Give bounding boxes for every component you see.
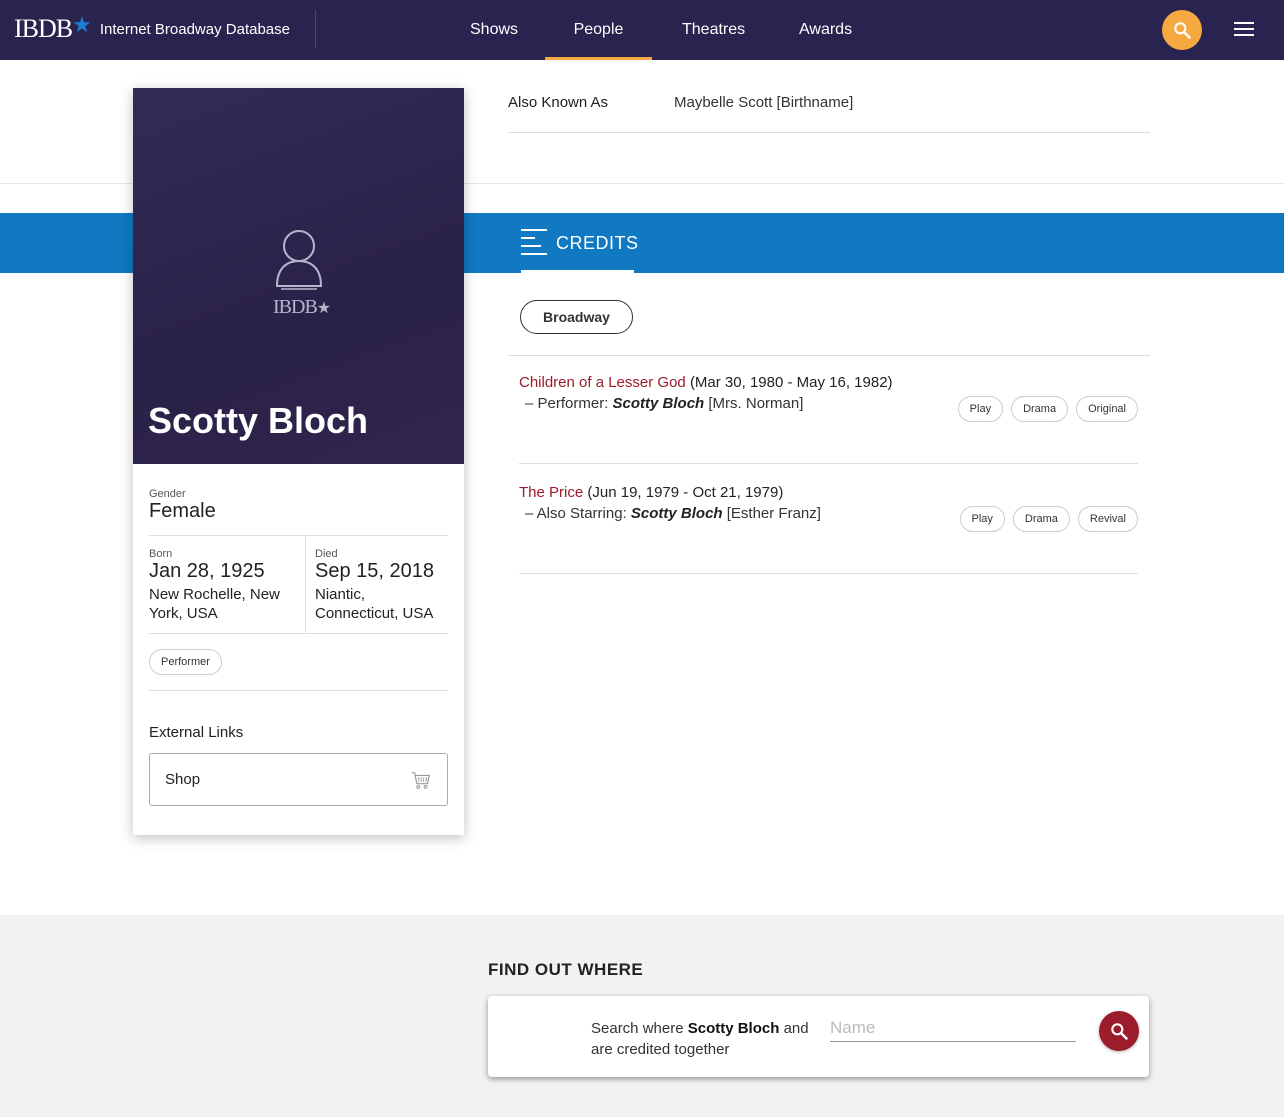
brand-name[interactable]: Internet Broadway Database xyxy=(100,21,290,38)
name-search-input[interactable] xyxy=(830,1014,1076,1042)
tag-chip[interactable]: Original xyxy=(1076,396,1138,422)
died-label: Died xyxy=(315,548,338,560)
credited-person: Scotty Bloch xyxy=(630,505,723,522)
died-date: Sep 15, 2018 xyxy=(315,560,434,582)
person-card: IBDB★ Scotty Bloch Gender Female Born Ja… xyxy=(133,88,464,835)
also-known-as-row: Also Known As Maybelle Scott [Birthname] xyxy=(508,88,1150,133)
search-button[interactable] xyxy=(1162,10,1202,50)
nav-link-people[interactable]: People xyxy=(545,0,652,60)
tag-chip[interactable]: Drama xyxy=(1011,396,1069,422)
brand[interactable]: IBDB ★ Internet Broadway Database xyxy=(14,12,290,44)
show-link[interactable]: The Price xyxy=(519,484,583,501)
born-field: Born Jan 28, 1925 New Rochelle, New York… xyxy=(149,536,306,634)
shop-label: Shop xyxy=(165,771,201,788)
tag-chip[interactable]: Play xyxy=(957,396,1004,422)
born-date: Jan 28, 1925 xyxy=(149,560,265,582)
cart-icon xyxy=(411,772,430,789)
nav-divider xyxy=(315,10,316,49)
top-nav: IBDB ★ Internet Broadway Database Shows … xyxy=(0,0,1284,60)
show-link[interactable]: Children of a Lesser God xyxy=(519,374,686,391)
card-divider xyxy=(149,690,448,691)
brand-logo[interactable]: IBDB xyxy=(14,14,73,44)
role-prefix: – Performer: xyxy=(525,395,609,412)
tag-chip[interactable]: Drama xyxy=(1012,506,1070,532)
aka-label: Also Known As xyxy=(508,94,609,111)
gender-label: Gender xyxy=(149,488,186,500)
star-icon: ★ xyxy=(72,12,92,37)
born-place: New Rochelle, New York, USA xyxy=(149,586,280,622)
find-description: Search where Scotty Bloch and are credit… xyxy=(591,1020,809,1058)
find-out-where-section: FIND OUT WHERE Search where Scotty Bloch… xyxy=(0,915,1284,1117)
external-links-label: External Links xyxy=(149,724,244,741)
credit-dates: (Jun 19, 1979 - Oct 21, 1979) xyxy=(587,484,784,501)
search-icon xyxy=(1174,22,1191,39)
nav-link-shows[interactable]: Shows xyxy=(470,0,518,60)
shop-link[interactable]: Shop xyxy=(149,753,448,806)
born-label: Born xyxy=(149,548,173,560)
tab-credits-label: CREDITS xyxy=(556,232,639,253)
credit-role: – Performer: Scotty Bloch [Mrs. Norman] xyxy=(525,395,803,412)
list-icon xyxy=(521,229,547,257)
credit-dates: (Mar 30, 1980 - May 16, 1982) xyxy=(689,374,893,391)
credited-person: Scotty Bloch xyxy=(612,395,705,412)
died-field: Died Sep 15, 2018 Niantic, Connecticut, … xyxy=(306,536,448,634)
credit-title: The Price (Jun 19, 1979 - Oct 21, 1979) xyxy=(519,484,783,501)
tag-chip[interactable]: Play xyxy=(959,506,1005,532)
find-out-where-box: Search where Scotty Bloch and are credit… xyxy=(488,996,1149,1077)
person-name: Scotty Bloch xyxy=(148,400,369,441)
role-chip[interactable]: Performer xyxy=(149,649,222,675)
filter-broadway-button[interactable]: Broadway xyxy=(520,300,633,334)
nav-link-awards[interactable]: Awards xyxy=(799,0,852,60)
hero-logo: IBDB★ xyxy=(273,296,331,318)
credit-item: Children of a Lesser God (Mar 30, 1980 -… xyxy=(519,354,1138,464)
hamburger-menu-icon[interactable] xyxy=(1234,22,1254,38)
gender-value: Female xyxy=(149,500,216,522)
character-name: [Mrs. Norman] xyxy=(708,395,804,412)
person-placeholder-icon xyxy=(275,230,323,290)
credit-item: The Price (Jun 19, 1979 - Oct 21, 1979) … xyxy=(519,464,1138,574)
character-name: [Esther Franz] xyxy=(726,505,821,522)
person-hero: IBDB★ Scotty Bloch xyxy=(133,88,464,464)
find-out-where-heading: FIND OUT WHERE xyxy=(488,960,644,979)
find-person: Scotty Bloch xyxy=(687,1020,780,1037)
nav-link-theatres[interactable]: Theatres xyxy=(682,0,745,60)
gender-field: Gender Female xyxy=(149,488,448,536)
aka-value: Maybelle Scott [Birthname] xyxy=(674,94,854,111)
tab-credits[interactable]: CREDITS xyxy=(521,213,638,273)
role-prefix: – Also Starring: xyxy=(525,505,627,522)
credit-tags: Play Drama Original xyxy=(957,396,1138,422)
find-search-button[interactable] xyxy=(1099,1011,1139,1051)
credit-tags: Play Drama Revival xyxy=(959,506,1138,532)
search-icon xyxy=(1111,1023,1128,1040)
credit-role: – Also Starring: Scotty Bloch [Esther Fr… xyxy=(525,505,821,522)
tag-chip[interactable]: Revival xyxy=(1077,506,1138,532)
credit-title: Children of a Lesser God (Mar 30, 1980 -… xyxy=(519,374,893,391)
died-place: Niantic, Connecticut, USA xyxy=(315,586,434,622)
